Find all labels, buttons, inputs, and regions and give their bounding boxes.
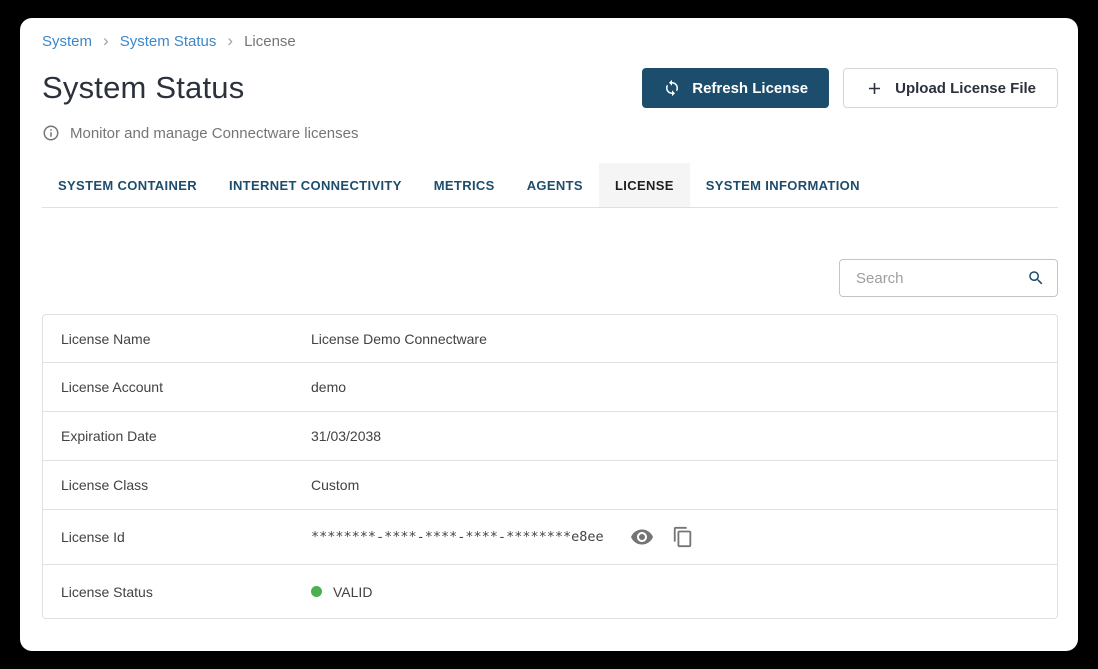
- eye-icon: [630, 525, 654, 549]
- page-subtitle-row: Monitor and manage Connectware licenses: [42, 124, 1058, 142]
- search-icon: [1027, 269, 1045, 292]
- license-table: License Name License Demo Connectware Li…: [42, 314, 1058, 619]
- refresh-icon: [663, 79, 681, 97]
- row-label: License Id: [43, 529, 311, 545]
- title-row: System Status Refresh License Upload Lic…: [42, 68, 1058, 108]
- row-label: License Status: [43, 584, 311, 600]
- tab-system-container[interactable]: SYSTEM CONTAINER: [42, 163, 213, 207]
- upload-license-file-button[interactable]: Upload License File: [843, 68, 1058, 108]
- reveal-license-id-button[interactable]: [630, 525, 654, 549]
- info-icon: [42, 124, 60, 142]
- table-row-license-name: License Name License Demo Connectware: [43, 315, 1057, 363]
- status-dot: [311, 586, 322, 597]
- table-row-license-id: License Id ********-****-****-****-*****…: [43, 510, 1057, 565]
- system-status-card: System › System Status › License System …: [20, 18, 1078, 651]
- breadcrumb-current-license: License: [244, 33, 296, 50]
- search-box: [839, 259, 1058, 297]
- tab-internet-connectivity[interactable]: INTERNET CONNECTIVITY: [213, 163, 418, 207]
- copy-icon: [672, 526, 694, 548]
- breadcrumb-link-system-status[interactable]: System Status: [120, 33, 217, 50]
- table-row-expiration-date: Expiration Date 31/03/2038: [43, 412, 1057, 461]
- chevron-right-icon: ›: [227, 32, 233, 49]
- chevron-right-icon: ›: [103, 32, 109, 49]
- tab-agents[interactable]: AGENTS: [511, 163, 599, 207]
- row-label: License Class: [43, 477, 311, 493]
- row-value: 31/03/2038: [311, 428, 381, 444]
- search-input[interactable]: [839, 259, 1058, 297]
- plus-icon: [865, 79, 884, 98]
- tab-system-information[interactable]: SYSTEM INFORMATION: [690, 163, 876, 207]
- breadcrumb-link-system[interactable]: System: [42, 33, 92, 50]
- copy-license-id-button[interactable]: [672, 526, 694, 548]
- row-value: License Demo Connectware: [311, 331, 487, 347]
- table-row-license-account: License Account demo: [43, 363, 1057, 412]
- header-actions: Refresh License Upload License File: [642, 68, 1058, 108]
- breadcrumb: System › System Status › License: [42, 33, 1058, 50]
- row-label: License Name: [43, 331, 311, 347]
- row-value: ********-****-****-****-********e8ee: [311, 525, 694, 549]
- row-label: Expiration Date: [43, 428, 311, 444]
- tab-license[interactable]: LICENSE: [599, 163, 690, 207]
- status-badge: VALID: [333, 584, 372, 600]
- search-row: [42, 259, 1058, 297]
- refresh-license-label: Refresh License: [692, 80, 808, 97]
- row-value: demo: [311, 379, 346, 395]
- page-title: System Status: [42, 70, 244, 106]
- table-row-license-status: License Status VALID: [43, 565, 1057, 618]
- tab-bar: SYSTEM CONTAINER INTERNET CONNECTIVITY M…: [42, 163, 1058, 208]
- table-row-license-class: License Class Custom: [43, 461, 1057, 510]
- upload-license-file-label: Upload License File: [895, 80, 1036, 97]
- row-label: License Account: [43, 379, 311, 395]
- refresh-license-button[interactable]: Refresh License: [642, 68, 829, 108]
- row-value: Custom: [311, 477, 359, 493]
- masked-license-id: ********-****-****-****-********e8ee: [311, 529, 604, 545]
- row-value: VALID: [311, 584, 372, 600]
- tab-metrics[interactable]: METRICS: [418, 163, 511, 207]
- page-subtitle: Monitor and manage Connectware licenses: [70, 125, 359, 142]
